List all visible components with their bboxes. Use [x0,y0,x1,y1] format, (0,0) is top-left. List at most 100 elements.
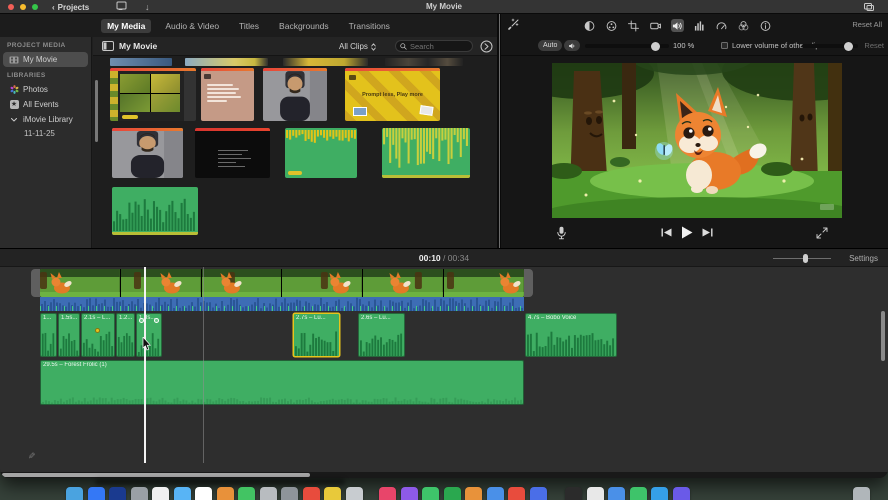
video-clip-filmstrip[interactable] [40,269,524,297]
search-field[interactable] [395,40,473,52]
sidebar-item-my-movie[interactable]: My Movie [3,52,88,67]
sidebar-item-all-events[interactable]: ★ All Events [3,97,88,112]
timeline-audio-clip[interactable]: 4.7s – Bobo Voice [525,313,617,357]
minimize-window-button[interactable] [20,4,26,10]
dock-trash-icon[interactable] [853,487,870,500]
dock-app-icon[interactable] [345,487,363,500]
media-thumbnail-presenter[interactable] [263,68,327,121]
dock-app-icon[interactable] [486,487,504,500]
auto-volume-button[interactable]: Auto [538,40,563,51]
ducking-slider-knob[interactable] [844,41,853,51]
timeline-audio-clip[interactable]: 2.1s – L... [81,313,115,357]
dock-app-icon[interactable] [508,487,525,500]
dock-app-icon[interactable] [672,487,690,500]
dock-app-icon[interactable] [629,487,647,500]
zoom-window-button[interactable] [32,4,38,10]
media-thumbnail-presenter-webcam[interactable] [112,128,183,178]
reset-button[interactable]: Reset [864,36,884,56]
dock-app-icon[interactable] [173,487,191,500]
tab-backgrounds[interactable]: Backgrounds [273,19,335,33]
video-clip-audio-track[interactable] [40,297,524,311]
sidebar-item-library-event[interactable]: 11-11-25 [0,127,91,140]
dock-app-icon[interactable] [238,487,255,500]
dock-app-icon[interactable] [529,487,547,500]
sidebar-toggle-icon[interactable] [102,41,114,51]
dock-app-icon[interactable] [422,487,439,500]
dock-app-icon[interactable] [152,487,169,500]
tab-my-media[interactable]: My Media [101,18,152,33]
stabilization-icon[interactable] [649,19,662,32]
dock-app-icon[interactable] [302,487,320,500]
dock-app-icon[interactable] [608,487,625,500]
dock-app-icon[interactable] [586,487,604,500]
play-button[interactable] [681,226,693,239]
timeline-zoom-slider[interactable] [773,254,831,263]
timeline-audio-clip[interactable]: 1... [40,313,57,357]
dock-app-icon[interactable] [443,487,461,500]
hscrollbar-thumb[interactable] [2,473,310,477]
noise-reduction-icon[interactable] [693,19,706,32]
timeline-audio-clip[interactable]: 2.6s – Lu... [358,313,405,357]
media-strip[interactable] [110,58,172,66]
dock-app-icon[interactable] [324,487,341,500]
ducking-slider[interactable] [802,41,858,51]
crop-icon[interactable] [627,19,640,32]
dock-app-icon[interactable] [565,487,582,500]
color-correction-icon[interactable] [605,19,618,32]
dock-app-icon[interactable] [259,487,277,500]
dock-app-icon[interactable] [130,487,148,500]
tab-audio-video[interactable]: Audio & Video [159,19,225,33]
previous-frame-button[interactable] [661,228,672,237]
dock-app-icon[interactable] [109,487,126,500]
media-thumbnail-audio-clip[interactable] [382,128,470,178]
dock-app-icon[interactable] [465,487,482,500]
dock-app-icon[interactable] [281,487,298,500]
clip-info-icon[interactable] [759,19,772,32]
dock-app-icon[interactable] [651,487,668,500]
clip-filter-popup[interactable]: All Clips [339,37,376,56]
timeline-vertical-scrollbar[interactable] [881,311,885,361]
lower-volume-checkbox[interactable] [721,42,728,49]
media-strip[interactable] [385,58,463,66]
media-strip[interactable] [283,58,368,66]
dock-app-icon[interactable] [400,487,418,500]
volume-slider-knob[interactable] [651,41,660,51]
media-thumbnail-yellow-slide[interactable]: Prompt less, Play more [345,68,440,121]
dock-app-icon[interactable] [195,487,212,500]
volume-icon[interactable] [671,19,684,32]
clip-trim-handle-left[interactable] [31,269,40,297]
media-thumbnail-audio-clip[interactable] [112,187,198,235]
timeline[interactable]: 1... 1.5s... 2.1s – L... 1.2... 1.3s... 2.7s … [0,267,888,472]
voiceover-mic-icon[interactable] [556,226,568,241]
import-media-icon[interactable] [116,1,127,11]
color-balance-icon[interactable] [583,19,596,32]
volume-slider[interactable] [585,41,669,51]
search-input[interactable] [410,41,468,51]
tab-transitions[interactable]: Transitions [343,19,396,33]
browser-forward-icon[interactable] [480,40,493,53]
playhead[interactable] [144,267,146,463]
dock-app-icon[interactable] [216,487,234,500]
media-strip[interactable] [185,58,268,66]
media-thumbnail-notes-slide[interactable] [201,68,254,121]
clip-filter-icon[interactable] [737,19,750,32]
timeline-audio-clip[interactable]: 1.2... [116,313,135,357]
download-icon[interactable]: ↓ [145,1,150,13]
enhance-wand-icon[interactable] [507,18,520,31]
dock-app-icon[interactable] [87,487,105,500]
fullscreen-icon[interactable] [816,227,828,239]
dock-app-icon[interactable] [66,487,83,500]
dock-app-icon[interactable] [379,487,396,500]
timeline-audio-clip[interactable]: 1.5s... [58,313,80,357]
sidebar-item-imovie-library[interactable]: iMovie Library [3,112,88,127]
media-thumbnail-audio-clip[interactable] [285,128,357,178]
window-controls-icon[interactable] [864,3,874,11]
speed-icon[interactable] [715,19,728,32]
next-frame-button[interactable] [702,228,713,237]
preview-video[interactable] [552,63,842,218]
mute-button[interactable] [564,40,580,51]
clip-trim-handle-right[interactable] [524,269,533,297]
browser-scrollbar[interactable] [95,80,98,142]
timeline-settings-button[interactable]: Settings [849,249,878,268]
background-music-clip[interactable]: 29.5s – Forest Frolic (1) [40,360,524,405]
